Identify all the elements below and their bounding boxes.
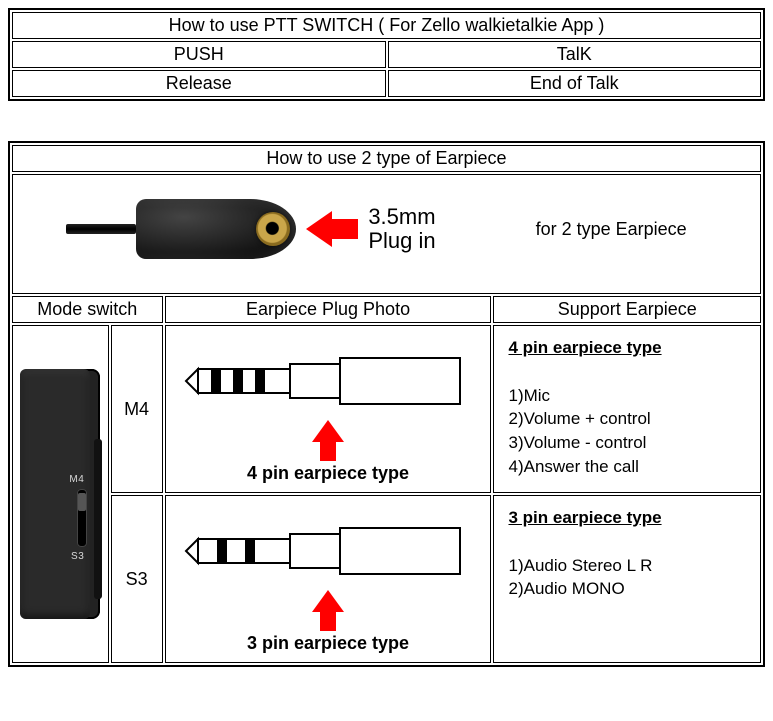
support-3pin-item1: 1)Audio Stereo L R [508,554,746,578]
ptt-talk-cell: TalK [388,41,762,68]
mode-switch-knob [78,493,86,511]
support-3pin-title: 3 pin earpiece type [508,506,746,530]
jack-photo-row: 3.5mm Plug in for 2 type Earpiece [12,174,761,294]
ptt-push-cell: PUSH [12,41,386,68]
jack-label-line1: 3.5mm [368,204,435,229]
support-4pin-item4: 4)Answer the call [508,455,746,479]
ptt-title: How to use PTT SWITCH ( For Zello walkie… [12,12,761,39]
hdr-mode-switch: Mode switch [12,296,163,323]
ptt-endtalk-cell: End of Talk [388,70,762,97]
support-4pin-title: 4 pin earpiece type [508,336,746,360]
mode-s3-cell: S3 [111,495,163,663]
device-m4-label: M4 [69,474,84,485]
earpiece-title: How to use 2 type of Earpiece [12,145,761,172]
caption-4pin: 4 pin earpiece type [247,463,409,484]
support-3pin-cell: 3 pin earpiece type 1)Audio Stereo L R 2… [493,495,761,663]
mode-m4-cell: M4 [111,325,163,493]
device-photo-cell: M4 S3 [12,325,109,663]
jack-port-icon [256,212,290,246]
plug-3pin-icon [178,506,478,596]
support-3pin-item2: 2)Audio MONO [508,577,746,601]
ptt-switch-table: How to use PTT SWITCH ( For Zello walkie… [8,8,765,101]
jack-label: 3.5mm Plug in [368,205,435,253]
hdr-plug-photo: Earpiece Plug Photo [165,296,492,323]
device-clip [94,439,102,599]
support-4pin-item1: 1)Mic [508,384,746,408]
hdr-support: Support Earpiece [493,296,761,323]
device-s3-label: S3 [71,551,84,562]
jack-right-text: for 2 type Earpiece [516,219,707,240]
support-4pin-item3: 3)Volume - control [508,431,746,455]
plug-4pin-icon [178,336,478,426]
jack-photo [66,199,296,259]
plug-4pin-cell: 4 pin earpiece type [165,325,492,493]
device-photo: M4 S3 [20,369,100,619]
earpiece-table: How to use 2 type of Earpiece 3.5mm Plug… [8,141,765,667]
support-4pin-cell: 4 pin earpiece type 1)Mic 2)Volume + con… [493,325,761,493]
ptt-release-cell: Release [12,70,386,97]
caption-3pin: 3 pin earpiece type [247,633,409,654]
arrow-up-icon [312,420,344,442]
arrow-left-icon [306,211,358,247]
support-4pin-item2: 2)Volume + control [508,407,746,431]
arrow-up-icon [312,590,344,612]
plug-3pin-cell: 3 pin earpiece type [165,495,492,663]
mode-switch-slot [77,489,87,547]
jack-label-line2: Plug in [368,228,435,253]
